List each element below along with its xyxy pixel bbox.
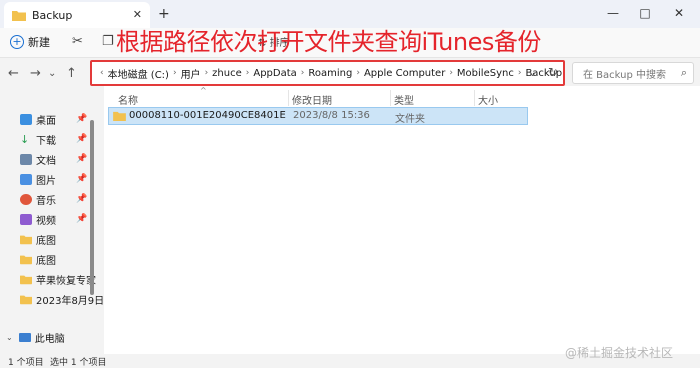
watermark: @稀土掘金技术社区 bbox=[565, 346, 674, 360]
breadcrumb-chevron-icon: › bbox=[245, 68, 250, 78]
nav-item-label: 此电脑 bbox=[34, 334, 65, 345]
up-button[interactable]: ↑ bbox=[66, 66, 77, 81]
recent-dropdown-icon[interactable]: ⌄ bbox=[48, 68, 56, 79]
breadcrumb-chevron-icon: › bbox=[449, 68, 453, 78]
nav-item-this-pc[interactable]: ⌄ 此电脑 bbox=[6, 330, 65, 345]
table-row[interactable]: 00008110-001E20490CE8401E 2023/8/8 15:36… bbox=[108, 107, 528, 125]
breadcrumb-chevron-icon: › bbox=[300, 68, 305, 78]
breadcrumb-item[interactable]: Roaming bbox=[308, 68, 352, 79]
column-divider[interactable] bbox=[390, 90, 391, 106]
breadcrumb-chevron-icon: › bbox=[204, 68, 209, 78]
breadcrumb-item[interactable]: AppData bbox=[253, 68, 296, 79]
nav-item-folder[interactable]: 底图 bbox=[20, 250, 56, 268]
nav-item-documents[interactable]: 文档 bbox=[20, 150, 56, 168]
nav-item-label: 桌面 bbox=[36, 115, 56, 127]
column-header-type[interactable]: 类型 bbox=[394, 92, 414, 107]
file-type: 文件夹 bbox=[395, 114, 425, 125]
new-button-label: 新建 bbox=[28, 36, 50, 49]
search-placeholder: 在 Backup 中搜索 bbox=[583, 69, 667, 81]
column-divider[interactable] bbox=[288, 90, 289, 106]
address-dropdown-icon[interactable]: ⌄ bbox=[528, 66, 537, 79]
item-count: 1 个项目 bbox=[8, 358, 44, 368]
nav-item-label: 2023年8月9日- bbox=[36, 295, 108, 307]
back-button[interactable]: ← bbox=[8, 66, 19, 81]
close-button[interactable]: ✕ bbox=[664, 2, 694, 24]
address-bar[interactable]: ‹ 本地磁盘 (C:) › 用户 › zhuce › AppData › Roaming… bbox=[90, 60, 565, 86]
new-tab-button[interactable]: + bbox=[158, 6, 170, 22]
file-list: ^ 名称 修改日期 类型 大小 00008110-001E20490CE8401… bbox=[104, 86, 700, 354]
tab-label: Backup bbox=[32, 8, 73, 22]
nav-scrollbar[interactable] bbox=[90, 120, 94, 295]
breadcrumb-item[interactable]: 用户 bbox=[181, 66, 201, 81]
folder-icon bbox=[20, 295, 32, 304]
nav-item-desktop[interactable]: 桌面 bbox=[20, 110, 56, 128]
nav-item-label: 苹果恢复专家 bbox=[36, 275, 96, 287]
nav-item-videos[interactable]: 视频 bbox=[20, 210, 56, 228]
navigation-pane: 桌面 📌 ↓ 下载 📌 文档 📌 图片 📌 音乐 📌 视频 📌 底图 底图 苹果… bbox=[0, 100, 108, 354]
sort-caret-icon: ^ bbox=[200, 86, 207, 95]
maximize-button[interactable]: □ bbox=[630, 2, 660, 24]
nav-item-label: 下载 bbox=[36, 135, 56, 147]
nav-item-label: 视频 bbox=[36, 215, 56, 227]
refresh-icon[interactable]: ↻ bbox=[548, 65, 558, 79]
chevron-down-icon: ⌄ bbox=[6, 333, 13, 342]
folder-icon bbox=[20, 235, 32, 244]
breadcrumb-item[interactable]: MobileSync bbox=[457, 68, 514, 79]
nav-item-label: 文档 bbox=[36, 155, 56, 167]
desktop-icon bbox=[20, 113, 32, 125]
nav-item-folder[interactable]: 苹果恢复专家 bbox=[20, 270, 96, 288]
nav-item-downloads[interactable]: ↓ 下载 bbox=[20, 130, 56, 148]
file-name: 00008110-001E20490CE8401E bbox=[129, 110, 286, 121]
pin-icon: 📌 bbox=[76, 214, 88, 224]
nav-item-label: 图片 bbox=[36, 175, 56, 187]
search-input[interactable]: 在 Backup 中搜索 ⌕ bbox=[572, 62, 694, 84]
column-divider[interactable] bbox=[474, 90, 475, 106]
download-icon: ↓ bbox=[20, 132, 30, 146]
column-header-name[interactable]: 名称 bbox=[118, 92, 138, 107]
breadcrumb-item[interactable]: Apple Computer bbox=[364, 68, 445, 79]
forward-button[interactable]: → bbox=[30, 66, 41, 81]
nav-item-label: 音乐 bbox=[36, 195, 56, 207]
file-modified: 2023/8/8 15:36 bbox=[293, 110, 370, 121]
breadcrumb-item[interactable]: 本地磁盘 (C:) bbox=[108, 66, 169, 81]
annotation-heading: 根据路径依次打开文件夹查询iTunes备份 bbox=[116, 28, 541, 56]
pin-icon: 📌 bbox=[76, 194, 88, 204]
pin-icon: 📌 bbox=[76, 134, 88, 144]
breadcrumb-chevron-icon: › bbox=[517, 68, 522, 78]
computer-icon bbox=[18, 333, 31, 342]
folder-icon bbox=[20, 275, 32, 284]
nav-item-label: 底图 bbox=[36, 235, 56, 247]
nav-item-label: 底图 bbox=[36, 255, 56, 267]
copy-icon[interactable]: ❐ bbox=[102, 34, 114, 49]
document-icon bbox=[20, 153, 32, 165]
column-header-size[interactable]: 大小 bbox=[478, 92, 498, 107]
music-icon bbox=[20, 193, 32, 205]
nav-item-folder[interactable]: 2023年8月9日- bbox=[20, 290, 108, 308]
breadcrumb-chevron-icon: › bbox=[356, 68, 360, 78]
pin-icon: 📌 bbox=[76, 174, 88, 184]
folder-icon bbox=[113, 111, 126, 121]
video-icon bbox=[20, 213, 32, 225]
folder-icon bbox=[12, 10, 26, 21]
breadcrumb-chevron-icon: › bbox=[172, 68, 177, 78]
pin-icon: 📌 bbox=[76, 114, 88, 124]
search-icon: ⌕ bbox=[680, 66, 687, 79]
minimize-button[interactable]: — bbox=[598, 2, 628, 24]
new-button[interactable]: + 新建 bbox=[10, 34, 50, 50]
breadcrumb-chevron-icon: ‹ bbox=[100, 68, 104, 78]
tab-close-icon[interactable]: ✕ bbox=[133, 8, 142, 21]
plus-circle-icon: + bbox=[10, 35, 24, 49]
pin-icon: 📌 bbox=[76, 154, 88, 164]
picture-icon bbox=[20, 173, 32, 185]
cut-icon[interactable]: ✂ bbox=[72, 34, 83, 49]
breadcrumb-item[interactable]: zhuce bbox=[212, 68, 242, 79]
nav-item-pictures[interactable]: 图片 bbox=[20, 170, 56, 188]
column-header-modified[interactable]: 修改日期 bbox=[292, 92, 332, 107]
nav-item-music[interactable]: 音乐 bbox=[20, 190, 56, 208]
nav-item-folder[interactable]: 底图 bbox=[20, 230, 56, 248]
selection-count: 选中 1 个项目 bbox=[50, 358, 107, 368]
folder-icon bbox=[20, 255, 32, 264]
